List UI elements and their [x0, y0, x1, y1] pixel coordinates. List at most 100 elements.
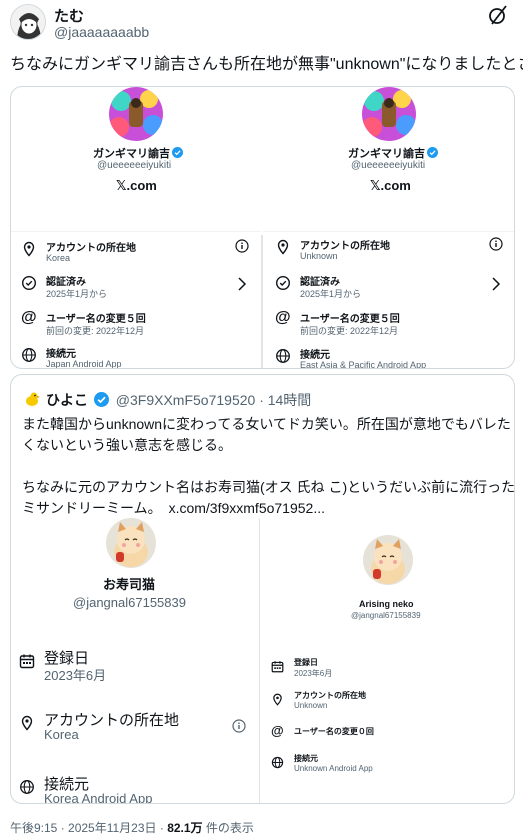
profile-handle: @jangnal67155839	[351, 611, 421, 620]
row-title: アカウントの所在地	[46, 243, 136, 254]
quoted-author-handle[interactable]: @3F9XXmF5o719520	[116, 392, 256, 408]
at-sign-icon: @	[275, 309, 291, 326]
row-title: 登録日	[294, 658, 318, 667]
row-title: 接続元	[46, 349, 76, 360]
info-row-verified[interactable]: 認証済み 2025年1月から	[275, 273, 505, 303]
row-value: Unknown	[294, 701, 328, 710]
row-value: Korea Android App	[44, 791, 153, 804]
info-row-connected-via: 接続元 Korea Android App	[19, 773, 249, 804]
quoted-text: また韓国からunknownに変わってる女いてドカ笑い。所在国が意地でもバレた く…	[22, 414, 515, 519]
chevron-right-icon[interactable]	[237, 277, 247, 291]
location-pin-icon	[277, 239, 289, 255]
row-title: 認証済み	[300, 277, 340, 288]
info-row-connected-via: 接続元 Japan Android App	[21, 345, 251, 369]
row-value: 2023年6月	[44, 668, 107, 683]
row-title: 接続元	[294, 754, 318, 763]
info-row-connected-via: 接続元 Unknown Android App	[271, 753, 501, 775]
info-row-joined: 登録日 2023年6月	[271, 657, 501, 679]
verified-badge-icon	[93, 392, 109, 407]
row-value: Unknown	[300, 251, 338, 261]
profile-name: Arising neko	[359, 599, 414, 609]
info-row-location: アカウントの所在地 Unknown	[271, 690, 501, 712]
row-title: 接続元	[300, 350, 330, 361]
row-value: 前回の変更: 2022年12月	[46, 326, 145, 336]
location-pin-icon	[23, 241, 35, 257]
profile-picture	[363, 535, 413, 585]
globe-icon	[271, 756, 284, 769]
globe-icon	[20, 780, 34, 794]
info-row-location: アカウントの所在地 Korea	[19, 709, 249, 745]
at-sign-icon: @	[271, 723, 284, 738]
author-avatar[interactable]	[10, 4, 46, 40]
globe-icon	[276, 349, 290, 363]
image-divider	[261, 235, 263, 368]
profile-name: ガンギマリ諭吉	[93, 145, 183, 161]
profile-handle: @ueeeeeeiyukiti	[351, 160, 426, 171]
profile-picture	[362, 87, 416, 141]
post-text: ちなみにガンギマリ諭吉さんも所在地が無事"unknown"になりましたとさ	[10, 56, 523, 73]
location-pin-icon	[273, 693, 282, 706]
calendar-icon	[19, 654, 35, 669]
verified-badge-icon	[172, 147, 183, 158]
attached-image-profiles[interactable]: ガンギマリ諭吉 @ueeeeeeiyukiti 𝕏.com アカウントの所在地 …	[10, 86, 515, 369]
row-title: ユーザー名の変更５回	[46, 314, 146, 325]
row-value: 前回の変更: 2022年12月	[300, 326, 399, 336]
chick-avatar-icon	[23, 390, 41, 408]
grok-icon[interactable]	[487, 4, 509, 26]
row-value: 2025年1月から	[46, 289, 108, 299]
verified-check-icon	[275, 275, 291, 291]
at-sign-icon: @	[21, 309, 37, 326]
row-value: East Asia & Pacific Android App	[300, 360, 427, 369]
globe-icon	[22, 348, 36, 362]
view-count: 82.1万	[167, 821, 203, 835]
info-icon[interactable]	[232, 719, 246, 733]
quoted-text-line	[22, 456, 514, 477]
info-row-verified[interactable]: 認証済み 2025年1月から	[21, 273, 251, 303]
row-title: 認証済み	[46, 277, 86, 288]
row-title: ユーザー名の変更５回	[300, 314, 400, 325]
profile-site: 𝕏.com	[116, 178, 157, 193]
row-value: 2025年1月から	[300, 289, 362, 299]
profile-picture	[106, 518, 156, 568]
profile-handle: @ueeeeeeiyukiti	[97, 160, 172, 171]
quoted-text-line: くないという強い意志を感じる。	[22, 437, 232, 453]
row-value: Korea	[46, 253, 71, 263]
calendar-icon	[271, 661, 284, 673]
row-title: アカウントの所在地	[300, 241, 390, 252]
quoted-text-line: ちなみに元のアカウント名はお寿司猫(オス 氏ね こ)というだいぶ前に流行った	[22, 479, 515, 495]
section-divider	[263, 231, 514, 232]
quoted-time[interactable]: · 14時間	[259, 392, 311, 408]
row-value: Japan Android App	[46, 359, 122, 369]
quoted-text-line[interactable]: ミサンドリーミーム。 x.com/3f9xxmf5o71952...	[22, 498, 514, 519]
profile-site: 𝕏.com	[370, 178, 411, 193]
verified-check-icon	[21, 275, 37, 291]
quoted-text-line: また韓国からunknownに変わってる女いてドカ笑い。所在国が意地でもバレた	[22, 416, 511, 432]
row-value: 2023年6月	[294, 669, 333, 678]
info-icon[interactable]	[489, 237, 503, 251]
profile-handle: @jangnal67155839	[73, 595, 186, 610]
info-icon[interactable]	[235, 239, 249, 253]
row-value: Unknown Android App	[294, 764, 373, 773]
profile-name: お寿司猫	[103, 577, 156, 592]
row-title: ユーザー名の変更０回	[294, 727, 374, 736]
quoted-author-name[interactable]: ひよこ	[46, 392, 88, 408]
image-divider	[259, 518, 260, 803]
quoted-author[interactable]: ひよこ @3F9XXmF5o719520 · 14時間	[46, 390, 311, 410]
chevron-right-icon[interactable]	[491, 277, 501, 291]
author-handle[interactable]: @jaaaaaaaabb	[54, 24, 149, 40]
author-name[interactable]: たむ	[54, 5, 84, 26]
row-value: Korea	[44, 727, 79, 742]
info-row-location: アカウントの所在地 Korea	[21, 239, 251, 269]
view-count-label: 件の表示	[202, 821, 254, 835]
post-timestamp[interactable]: 午後9:15 · 2025年11月23日 ·	[10, 821, 167, 835]
location-pin-icon	[21, 715, 33, 731]
info-row-joined: 登録日 2023年6月	[19, 647, 249, 683]
profile-name: ガンギマリ諭吉	[348, 145, 438, 161]
section-divider	[11, 231, 261, 232]
verified-badge-icon	[427, 147, 438, 158]
post-meta: 午後9:15 · 2025年11月23日 · 82.1万 件の表示	[10, 819, 254, 836]
profile-picture	[109, 87, 163, 141]
quoted-post[interactable]: ひよこ @3F9XXmF5o719520 · 14時間 また韓国からunknow…	[10, 374, 515, 804]
info-row-username-changes: @ ユーザー名の変更５回 前回の変更: 2022年12月	[21, 309, 251, 340]
info-row-username-changes: @ ユーザー名の変更０回	[271, 723, 501, 741]
